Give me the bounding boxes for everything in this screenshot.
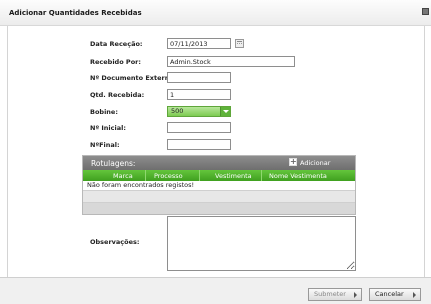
- bobine-selected-value: 500: [171, 107, 184, 115]
- n-inicial-label: Nº Inicial:: [90, 124, 126, 132]
- n-final-label: NºFinal:: [90, 141, 120, 149]
- add-received-quantities-dialog: Adicionar Quantidades Recebidas Data Rec…: [0, 0, 431, 304]
- bobine-label: Bobine:: [90, 108, 118, 116]
- chevron-down-icon[interactable]: [220, 107, 230, 116]
- recebido-por-label: Recebido Por:: [90, 58, 141, 66]
- qtd-recebida-field[interactable]: [167, 89, 231, 100]
- rotulagens-panel: Rotulagens: + Adicionar Marca Processo V…: [82, 155, 356, 215]
- arrow-right-icon: [354, 292, 357, 298]
- documento-externo-field[interactable]: [167, 72, 231, 83]
- observacoes-label: Observações:: [90, 238, 140, 246]
- column-separator: [199, 170, 200, 181]
- dialog-footer: Submeter Cancelar: [0, 277, 431, 304]
- submit-label: Submeter: [314, 290, 346, 298]
- recebido-por-field[interactable]: [167, 56, 295, 67]
- plus-icon: +: [289, 157, 297, 166]
- observacoes-textarea[interactable]: [167, 216, 356, 271]
- arrow-right-icon: [413, 292, 416, 298]
- n-final-field[interactable]: [167, 139, 231, 150]
- cancel-button[interactable]: Cancelar: [369, 288, 421, 301]
- column-header-vestimenta[interactable]: Vestimenta: [215, 172, 252, 180]
- documento-externo-label: Nº Documento Externo:: [90, 74, 177, 82]
- calendar-icon[interactable]: [235, 39, 244, 48]
- submit-button[interactable]: Submeter: [308, 288, 362, 301]
- column-header-processo[interactable]: Processo: [154, 172, 183, 180]
- data-rececao-label: Data Receção:: [90, 40, 143, 48]
- empty-message: Não foram encontrados registos!: [83, 181, 355, 190]
- rotulagens-title: Rotulagens:: [91, 159, 136, 168]
- rotulagens-grid-header: Marca Processo Vestimenta Nome Vestiment…: [83, 170, 355, 181]
- column-separator: [261, 170, 262, 181]
- add-rotulagem-label: Adicionar: [300, 159, 331, 167]
- dialog-titlebar: Adicionar Quantidades Recebidas: [0, 0, 431, 26]
- bobine-select[interactable]: 500: [167, 106, 231, 117]
- column-header-nome-vestimenta[interactable]: Nome Vestimenta: [269, 172, 327, 180]
- qtd-recebida-label: Qtd. Recebida:: [90, 91, 145, 99]
- dialog-title: Adicionar Quantidades Recebidas: [9, 9, 142, 17]
- data-rececao-field[interactable]: [167, 38, 231, 49]
- n-inicial-field[interactable]: [167, 122, 231, 133]
- cancel-label: Cancelar: [375, 290, 404, 298]
- grid-footer-band: [83, 190, 355, 203]
- column-separator: [145, 170, 146, 181]
- close-icon[interactable]: [422, 8, 429, 15]
- column-header-marca[interactable]: Marca: [113, 172, 133, 180]
- rotulagens-header: Rotulagens: + Adicionar: [83, 156, 355, 170]
